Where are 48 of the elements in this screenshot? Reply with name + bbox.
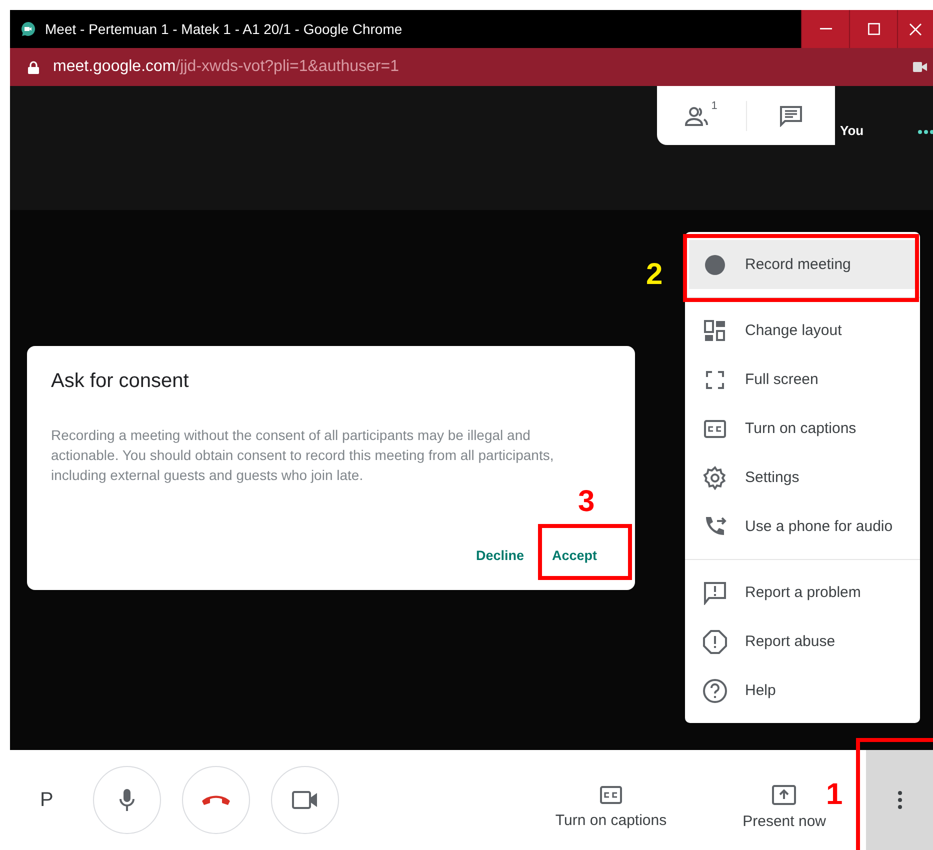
step-number: 2 xyxy=(646,260,663,290)
fullscreen-icon xyxy=(703,370,727,390)
chat-icon xyxy=(778,104,803,126)
menu-item[interactable]: Use a phone for audio xyxy=(685,502,920,551)
participant-count: 1 xyxy=(711,100,718,112)
video-camera-icon xyxy=(292,791,318,809)
url-text: meet.google.com/jjd-xwds-vot?pli=1&authuser=1 xyxy=(53,58,400,76)
dialog-message: Recording a meeting without the consent of all participants may be illegal and actionable. You should obtain consent to record this meeting from all participants, including external guests and guests who join late. xyxy=(51,426,555,485)
close-icon xyxy=(909,22,922,36)
meeting-initial: P xyxy=(40,788,54,812)
decline-button[interactable]: Decline xyxy=(466,540,534,571)
menu-item[interactable]: Record meeting xyxy=(689,240,916,289)
people-button[interactable]: 1 xyxy=(657,86,746,145)
menu-item[interactable]: Report a problem xyxy=(685,568,920,617)
captions-button[interactable]: Turn on captions xyxy=(549,778,673,836)
menu-item[interactable]: Settings xyxy=(685,453,920,502)
present-screen-icon xyxy=(772,784,796,804)
step-number: 1 xyxy=(826,780,843,810)
captions-icon xyxy=(703,420,727,438)
step-number: 3 xyxy=(578,487,595,517)
accept-button[interactable]: Accept xyxy=(542,540,607,571)
menu-item[interactable]: Turn on captions xyxy=(685,404,920,453)
minimize-icon xyxy=(820,28,832,30)
warning-icon xyxy=(703,630,727,654)
maximize-button[interactable] xyxy=(849,10,897,48)
lock-icon xyxy=(28,60,39,74)
speaking-indicator-icon xyxy=(918,130,933,134)
microphone-icon xyxy=(119,788,136,812)
layout-icon xyxy=(703,320,727,342)
menu-item[interactable]: Full screen xyxy=(685,355,920,404)
more-options-icon xyxy=(898,791,902,809)
settings-icon xyxy=(703,466,727,490)
maximize-icon xyxy=(868,23,880,35)
menu-item[interactable]: Change layout xyxy=(685,306,920,355)
meet-logo-icon xyxy=(20,21,36,37)
self-label: You xyxy=(840,123,864,138)
address-bar[interactable]: meet.google.com/jjd-xwds-vot?pli=1&authuser=1 xyxy=(10,48,933,86)
dialog-title: Ask for consent xyxy=(51,370,190,393)
phone-hang-up-icon xyxy=(201,794,232,806)
window-title: Meet - Pertemuan 1 - Matek 1 - A1 20/1 - Google Chrome xyxy=(45,21,404,37)
feedback-icon xyxy=(703,580,727,604)
close-button[interactable] xyxy=(897,10,933,48)
camera-icon xyxy=(913,62,927,72)
menu-item[interactable]: Report abuse xyxy=(685,617,920,666)
record-icon xyxy=(703,254,727,276)
help-icon xyxy=(703,678,727,702)
captions-icon xyxy=(600,786,622,804)
menu-item[interactable]: Help xyxy=(685,666,920,715)
